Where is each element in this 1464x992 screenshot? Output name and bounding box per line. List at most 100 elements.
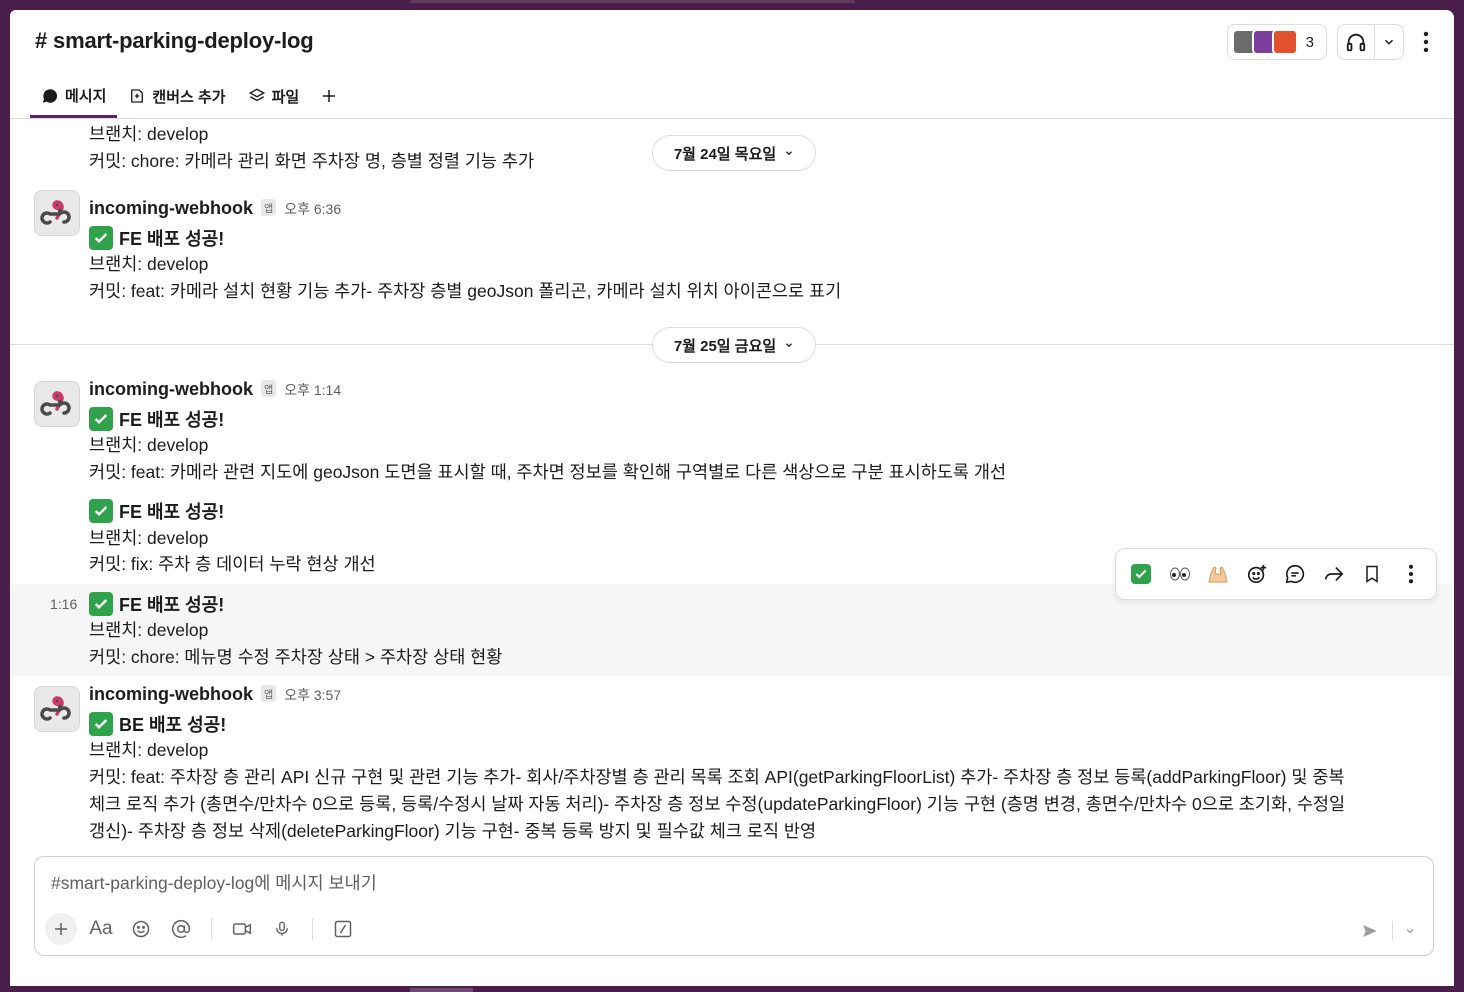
chevron-down-icon (1406, 929, 1414, 934)
webhook-avatar[interactable] (34, 686, 80, 732)
message-icon (42, 88, 58, 103)
message-commit-line: 체크 로직 추가 (총면수/만차수 0으로 등록, 등록/수정시 날짜 자동 처… (89, 794, 1346, 814)
message-time[interactable]: 오후 1:14 (284, 380, 341, 400)
huddle-options-button[interactable] (1374, 25, 1403, 59)
message-side-time[interactable]: 1:16 (50, 596, 77, 612)
message-time[interactable]: 오후 6:36 (284, 199, 341, 219)
date-label: 7월 24일 목요일 (673, 145, 777, 163)
thread-icon (1285, 564, 1305, 584)
channel-tabs: 메시지 캔버스 추가 파일 (30, 76, 348, 118)
deploy-status: FE 배포 성공! (89, 591, 224, 617)
message-branch: 브랜치: develop (89, 620, 209, 640)
raised-hands-icon (1208, 566, 1228, 583)
send-controls (1354, 915, 1421, 947)
audio-clip-button[interactable] (266, 913, 298, 945)
date-divider-pill[interactable]: 7월 25일 금요일 (652, 327, 816, 363)
schedule-send-button[interactable] (1399, 915, 1421, 947)
tab-files[interactable]: 파일 (237, 76, 311, 116)
toolbar-divider (312, 918, 313, 940)
message-commit: 커밋: feat: 카메라 관련 지도에 geoJson 도면을 표시할 때, … (89, 462, 1007, 482)
tab-label: 파일 (271, 88, 300, 106)
message-more-button[interactable] (1395, 558, 1427, 590)
members-button[interactable]: 3 (1226, 24, 1327, 60)
add-reaction-button[interactable] (1241, 558, 1273, 590)
plus-icon (55, 923, 67, 935)
add-reaction-icon (1247, 564, 1266, 584)
react-clap-button[interactable] (1202, 558, 1234, 590)
check-mark-icon (89, 407, 113, 431)
channel-name: smart-parking-deploy-log (53, 28, 314, 53)
channel-header: # smart-parking-deploy-log 3 메시지 캔버스 추가 … (10, 10, 1454, 119)
message-actions-toolbar (1115, 548, 1437, 600)
microphone-icon (276, 921, 288, 936)
channel-title[interactable]: # smart-parking-deploy-log (35, 28, 314, 54)
tab-label: 메시지 (65, 88, 107, 105)
sender-name[interactable]: incoming-webhook (89, 684, 253, 705)
check-mark-icon (89, 499, 113, 523)
send-button[interactable] (1354, 915, 1386, 947)
deploy-title: FE 배포 성공! (119, 502, 225, 522)
deploy-title: FE 배포 성공! (119, 595, 225, 615)
composer-toolbar: Aa (45, 913, 359, 945)
message-commit: 커밋: chore: 카메라 관리 화면 주차장 명, 층별 정렬 기능 추가 (89, 151, 535, 171)
emoji-button[interactable] (125, 913, 157, 945)
eyes-icon (1169, 567, 1190, 581)
attach-button[interactable] (45, 913, 77, 945)
format-button[interactable]: Aa (85, 913, 117, 945)
sender-name[interactable]: incoming-webhook (89, 379, 253, 400)
reply-thread-button[interactable] (1279, 558, 1311, 590)
more-vertical-icon (1408, 564, 1413, 584)
message-composer[interactable]: #smart-parking-deploy-log에 메시지 보내기 Aa (34, 856, 1434, 956)
send-icon (1363, 925, 1377, 937)
message-time[interactable]: 오후 3:57 (284, 685, 341, 705)
check-mark-icon (89, 592, 113, 616)
forward-button[interactable] (1318, 558, 1350, 590)
message-commit: 커밋: chore: 메뉴명 수정 주차장 상태 > 주차장 상태 현황 (89, 647, 503, 667)
sender-name[interactable]: incoming-webhook (89, 198, 253, 219)
tab-add-canvas[interactable]: 캔버스 추가 (117, 76, 236, 116)
webhook-icon (40, 200, 71, 225)
message-header: incoming-webhook 앱 오후 1:14 (89, 379, 341, 400)
mention-button[interactable] (165, 913, 197, 945)
window-bottom-scrollbar (410, 988, 473, 992)
webhook-icon (40, 696, 71, 721)
add-tab-button[interactable] (310, 76, 348, 116)
check-mark-icon (89, 712, 113, 736)
message-branch: 브랜치: develop (89, 254, 209, 274)
shortcuts-button[interactable] (327, 913, 359, 945)
webhook-avatar[interactable] (34, 190, 80, 236)
check-mark-icon (1131, 564, 1152, 584)
deploy-status: FE 배포 성공! (89, 406, 224, 432)
bookmark-button[interactable] (1356, 558, 1388, 590)
plus-icon (323, 90, 336, 102)
forward-icon (1324, 566, 1344, 582)
react-check-button[interactable] (1125, 558, 1157, 590)
avatar (1271, 29, 1298, 55)
message-commit: 커밋: fix: 주차 층 데이터 누락 현상 개선 (89, 554, 376, 574)
composer-placeholder[interactable]: #smart-parking-deploy-log에 메시지 보내기 (51, 870, 377, 895)
check-mark-icon (89, 226, 113, 250)
deploy-title: FE 배포 성공! (119, 229, 225, 249)
date-divider-pill[interactable]: 7월 24일 목요일 (652, 135, 816, 171)
member-avatars (1231, 29, 1298, 55)
headphones-icon (1346, 33, 1366, 52)
webhook-icon (40, 391, 71, 416)
deploy-status: FE 배포 성공! (89, 498, 224, 524)
message-commit-line: 갱신)- 주차장 층 정보 삭제(deleteParkingFloor) 기능 … (89, 821, 817, 841)
message-commit-line: 커밋: feat: 주차장 층 관리 API 신규 구현 및 관련 기능 추가-… (89, 767, 1345, 787)
channel-more-button[interactable] (1414, 25, 1438, 59)
deploy-status: BE 배포 성공! (89, 711, 226, 737)
message-branch: 브랜치: develop (89, 740, 209, 760)
channel-window: # smart-parking-deploy-log 3 메시지 캔버스 추가 … (10, 10, 1454, 986)
chevron-down-icon (786, 151, 793, 156)
video-icon (232, 923, 252, 935)
message-header: incoming-webhook 앱 오후 3:57 (89, 684, 341, 705)
video-clip-button[interactable] (226, 913, 258, 945)
files-icon (248, 88, 265, 102)
huddle-button[interactable] (1338, 25, 1374, 59)
smile-icon (132, 920, 150, 938)
tab-messages[interactable]: 메시지 (30, 76, 118, 118)
webhook-avatar[interactable] (34, 381, 80, 427)
react-eyes-button[interactable] (1164, 558, 1196, 590)
chevron-down-icon (1384, 39, 1394, 45)
